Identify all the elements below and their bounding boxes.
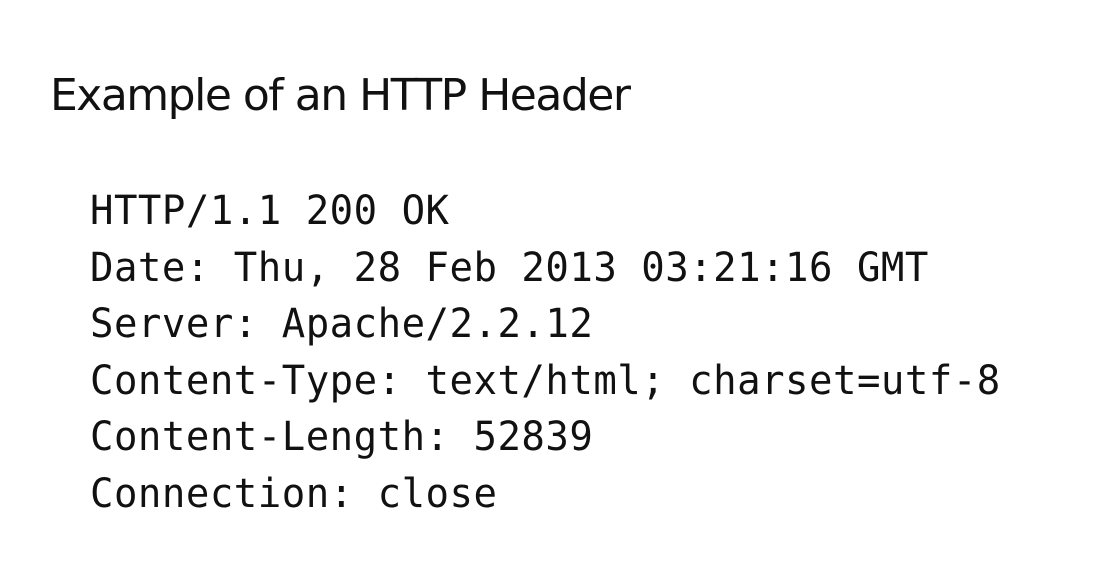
server-header-line: Server: Apache/2.2.12: [90, 301, 594, 347]
date-header-line: Date: Thu, 28 Feb 2013 03:21:16 GMT: [90, 244, 929, 291]
slide-title: Example of an HTTP Header: [50, 70, 631, 121]
content-type-header-line: Content-Type: text/html; charset=utf-8: [90, 357, 1001, 404]
content-length-header-line: Content-Length: 52839: [90, 414, 594, 460]
status-line: HTTP/1.1 200 OK: [90, 188, 450, 234]
slide: Example of an HTTP Header HTTP/1.1 200 O…: [0, 0, 1098, 569]
http-header-example: HTTP/1.1 200 OK Date: Thu, 28 Feb 2013 0…: [90, 183, 1024, 522]
connection-header-line: Connection: close: [90, 470, 498, 517]
